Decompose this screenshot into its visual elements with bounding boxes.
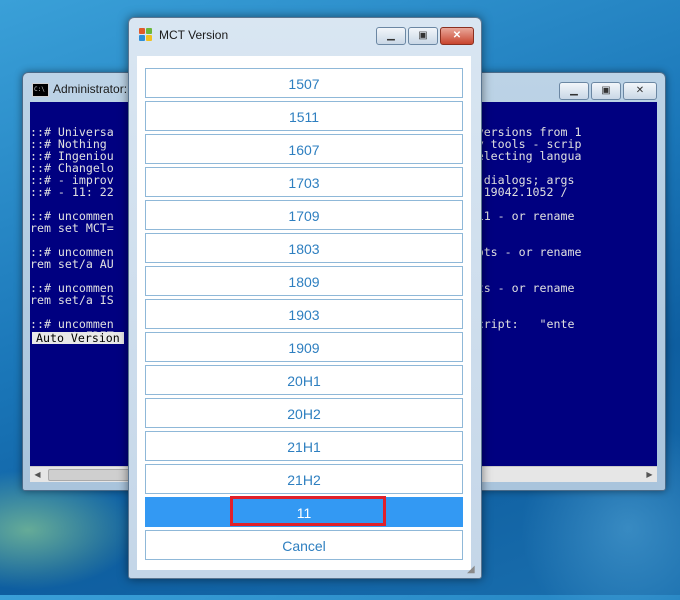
close-button[interactable]: ✕ [623,82,657,100]
version-button-1909[interactable]: 1909 [145,332,463,362]
minimize-button[interactable]: ▁ [559,82,589,100]
version-button-21h1[interactable]: 21H1 [145,431,463,461]
dialog-app-icon [139,28,153,42]
mct-version-dialog[interactable]: MCT Version ▁ ▣ ✕ 1507 1511 1607 1703 17… [128,17,482,579]
version-button-20h2[interactable]: 20H2 [145,398,463,428]
maximize-button[interactable]: ▣ [591,82,621,100]
scroll-right-icon[interactable]: ▶ [642,467,657,482]
version-button-1803[interactable]: 1803 [145,233,463,263]
version-button-20h1[interactable]: 20H1 [145,365,463,395]
console-window-title: Administrator: [53,82,128,96]
scroll-left-icon[interactable]: ◀ [30,467,45,482]
dialog-title: MCT Version [159,28,229,42]
console-status-line: Auto Version [32,332,124,344]
resize-grip-icon[interactable]: ◢ [467,564,479,576]
version-button-1709[interactable]: 1709 [145,200,463,230]
dialog-maximize-button[interactable]: ▣ [408,27,438,45]
version-button-1903[interactable]: 1903 [145,299,463,329]
version-button-21h2[interactable]: 21H2 [145,464,463,494]
version-button-1607[interactable]: 1607 [145,134,463,164]
dialog-client-area: 1507 1511 1607 1703 1709 1803 1809 1903 … [137,56,471,570]
version-button-1809[interactable]: 1809 [145,266,463,296]
dialog-minimize-button[interactable]: ▁ [376,27,406,45]
version-button-1511[interactable]: 1511 [145,101,463,131]
selection-highlight-box [230,496,386,526]
version-button-1507[interactable]: 1507 [145,68,463,98]
console-app-icon: C:\ [32,83,49,97]
dialog-close-button[interactable]: ✕ [440,27,474,45]
version-button-1703[interactable]: 1703 [145,167,463,197]
cancel-button[interactable]: Cancel [145,530,463,560]
